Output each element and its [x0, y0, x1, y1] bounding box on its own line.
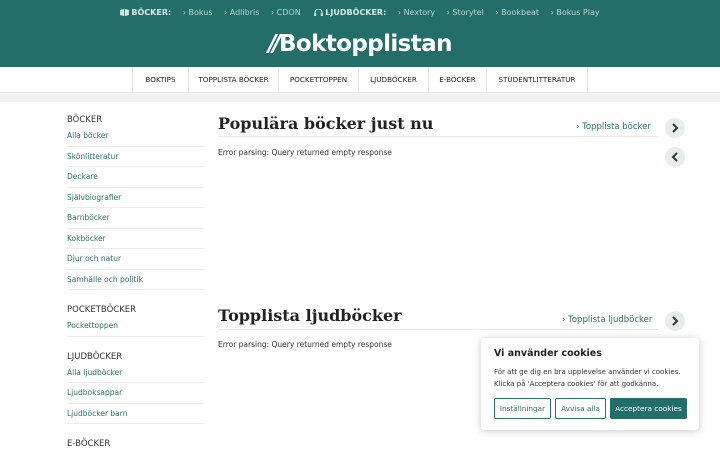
main-nav: BOKTIPS TOPPLISTA BÖCKER POCKETTOPPEN LJ… — [0, 67, 720, 93]
headphones-icon — [314, 9, 324, 16]
link-cdon[interactable]: › CDON — [271, 8, 301, 17]
error-message: Error parsing: Query returned empty resp… — [218, 148, 392, 157]
carousel-next-button[interactable] — [665, 311, 685, 331]
link-topplista-bocker[interactable]: › Topplista böcker — [576, 122, 651, 132]
chevron-right-icon — [672, 123, 679, 133]
sidebar-item-barnbocker[interactable]: Barnböcker — [67, 208, 204, 229]
affiliate-links-bar: BÖCKER: › Bokus › Adlibris › CDON LJUDBÖ… — [0, 8, 720, 17]
sidebar-heading: POCKETBÖCKER — [67, 305, 137, 315]
sidebar-item-samhalle-och-politik[interactable]: Samhälle och politik — [67, 270, 204, 290]
link-adlibris[interactable]: › Adlibris — [224, 8, 259, 17]
books-label: BÖCKER: — [131, 8, 172, 17]
section-divider — [218, 329, 658, 330]
sidebar-heading: LJUDBÖCKER — [67, 351, 123, 362]
sidebar-item-djur-och-natur[interactable]: Djur och natur — [67, 249, 204, 270]
sidebar-group-pocket: POCKETBÖCKER Pockettoppen — [67, 304, 204, 337]
chevron-left-icon — [671, 152, 678, 162]
sidebar-item-alla-bocker[interactable]: Alla böcker — [67, 126, 204, 147]
audiobooks-label: LJUDBÖCKER: — [325, 8, 387, 17]
cookie-title: Vi använder cookies — [494, 348, 602, 359]
chevron-right-icon — [672, 316, 679, 326]
sidebar-group-books: BÖCKER Alla böcker Skönlitteratur Deckar… — [67, 114, 204, 290]
sidebar-group-audiobooks: LJUDBÖCKER Alla ljudböcker Ljudboksappar… — [67, 351, 204, 424]
link-bokus-play[interactable]: › Bokus Play — [551, 8, 600, 17]
link-bookbeat[interactable]: › Bookbeat — [495, 8, 539, 17]
sidebar-item-kokbocker[interactable]: Kokböcker — [67, 229, 204, 249]
link-nextory[interactable]: › Nextory — [398, 8, 435, 17]
sidebar-item-alla-ljudbocker[interactable]: Alla ljudböcker — [67, 363, 204, 383]
sidebar-group-ebooks: E-BÖCKER — [67, 438, 204, 450]
sidebar-item-sjalvbiografier[interactable]: Självbiografier — [67, 188, 204, 208]
nav-item-boktips[interactable]: BOKTIPS — [133, 67, 189, 93]
sidebar-heading: BÖCKER — [67, 115, 103, 125]
sidebar-item-pockettoppen[interactable]: Pockettoppen — [67, 316, 204, 337]
nav-item-pockettoppen[interactable]: POCKETTOPPEN — [279, 67, 359, 93]
cookie-consent-banner: Vi använder cookies För att ge dig en br… — [481, 338, 699, 430]
link-topplista-ljudbocker[interactable]: › Topplista ljudböcker — [562, 315, 652, 325]
nav-item-ljudbocker[interactable]: LJUDBÖCKER — [359, 67, 429, 93]
link-bokus[interactable]: › Bokus — [183, 8, 213, 17]
nav-item-topplista-bocker[interactable]: TOPPLISTA BÖCKER — [189, 67, 279, 93]
carousel-next-button[interactable] — [665, 118, 685, 138]
sidebar-item-deckare[interactable]: Deckare — [67, 167, 204, 188]
sidebar-item-ljudbocker-barn[interactable]: Ljudböcker barn — [67, 404, 204, 424]
nav-item-e-bocker[interactable]: E-BÖCKER — [429, 67, 487, 93]
section-divider — [218, 136, 658, 137]
sidebar-heading: E-BÖCKER — [67, 439, 111, 449]
book-icon — [120, 9, 130, 16]
error-message: Error parsing: Query returned empty resp… — [218, 340, 392, 349]
cookie-accept-button[interactable]: Acceptera cookies — [610, 398, 687, 419]
logo-mark: // — [268, 31, 281, 57]
logo-text: Boktopplistan — [278, 31, 453, 57]
cookie-settings-button[interactable]: Inställningar — [494, 398, 551, 419]
link-storytel[interactable]: › Storytel — [447, 8, 484, 17]
nav-divider-band — [0, 93, 720, 102]
cookie-text: För att ge dig en bra upplevelse använde… — [494, 368, 681, 388]
site-header: BÖCKER: › Bokus › Adlibris › CDON LJUDBÖ… — [0, 0, 720, 67]
sidebar-item-ljudboksappar[interactable]: Ljudboksappar — [67, 383, 204, 404]
sidebar-item-skonlitteratur[interactable]: Skönlitteratur — [67, 147, 204, 167]
site-logo[interactable]: //Boktopplistan — [0, 31, 720, 57]
sidebar: BÖCKER Alla böcker Skönlitteratur Deckar… — [67, 114, 204, 450]
section-title-popular-books: Populära böcker just nu — [218, 114, 434, 133]
section-title-audiobooks: Topplista ljudböcker — [218, 306, 402, 325]
carousel-prev-button[interactable] — [665, 147, 685, 167]
nav-item-studentlitteratur[interactable]: STUDENTLITTERATUR — [487, 67, 588, 93]
cookie-reject-button[interactable]: Avvisa alla — [555, 398, 606, 419]
